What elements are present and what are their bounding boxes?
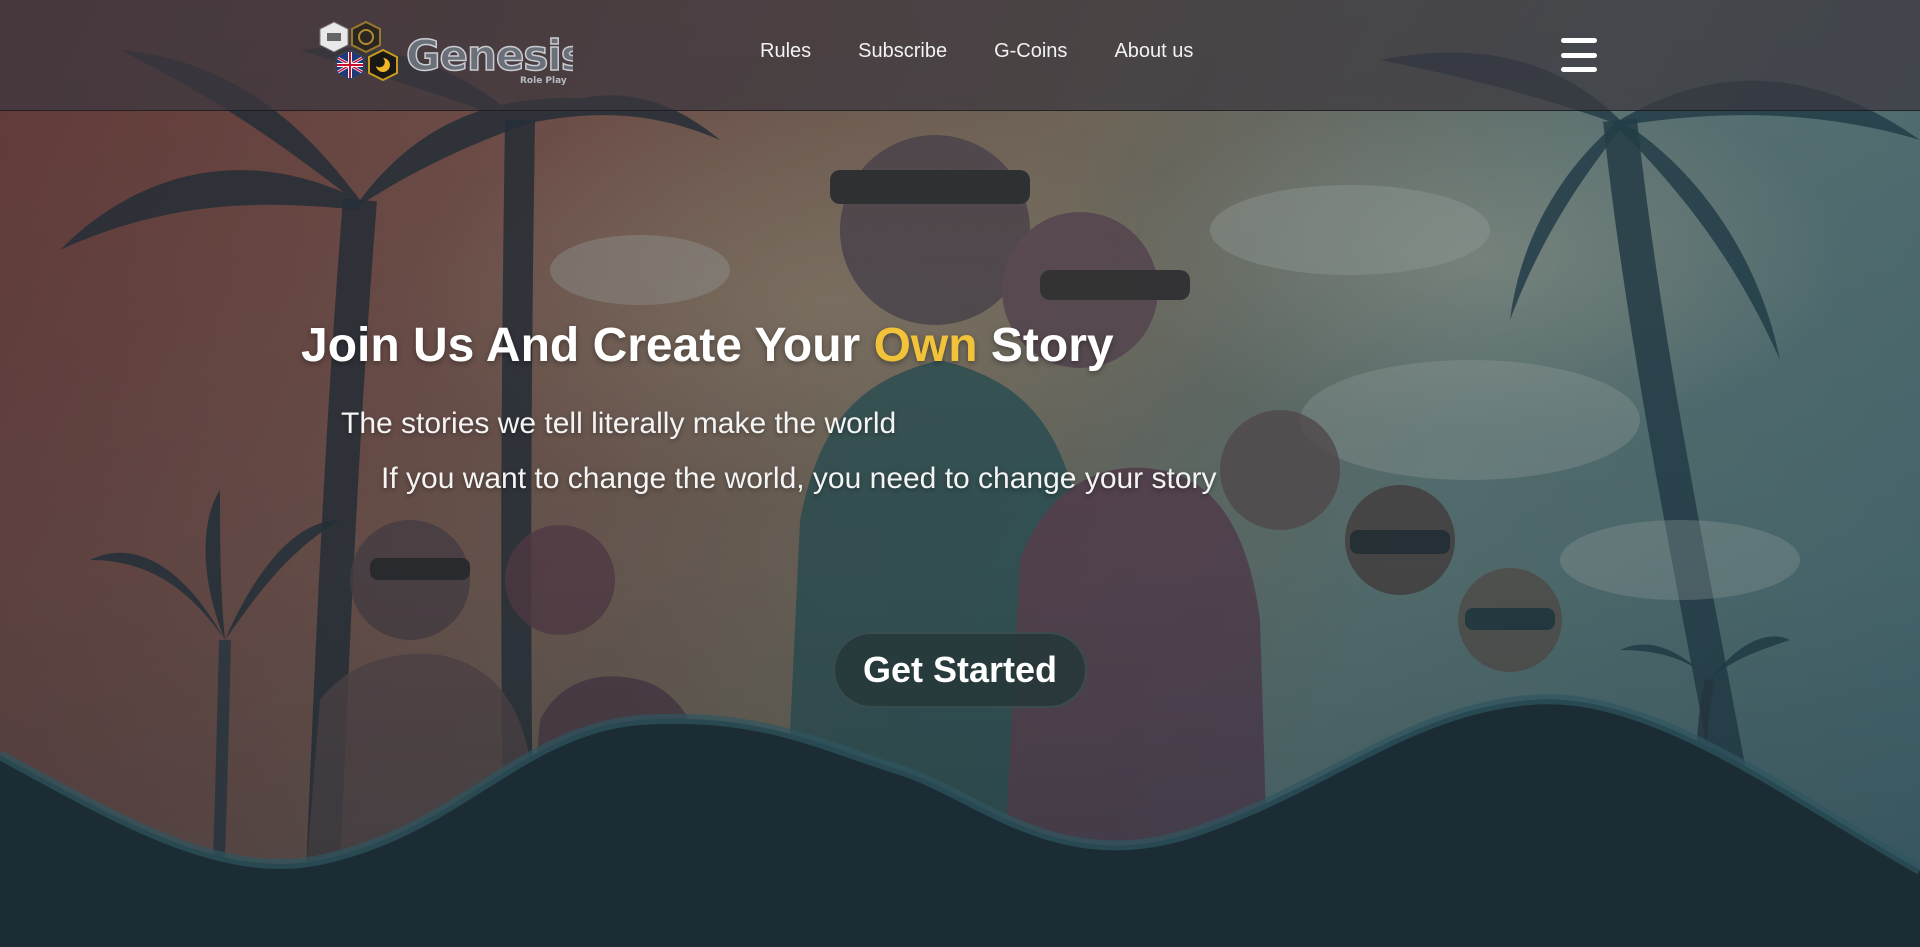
nav-link-subscribe[interactable]: Subscribe: [858, 40, 947, 63]
hero-title-start: Join Us And Create Your: [301, 319, 874, 372]
uk-flag-icon: [335, 49, 365, 81]
hamburger-bar: [1561, 67, 1597, 72]
nav-link-g-coins[interactable]: G-Coins: [994, 40, 1067, 63]
hero-tagline-1: The stories we tell literally make the w…: [341, 407, 897, 440]
logo-wordmark: Genesis: [406, 31, 573, 80]
get-started-button[interactable]: Get Started: [833, 632, 1087, 708]
main-nav: Rules Subscribe G-Coins About us: [760, 40, 1193, 63]
hamburger-bar: [1561, 52, 1597, 58]
nav-link-rules[interactable]: Rules: [760, 40, 811, 63]
logo-graphic: Genesis Role Play: [319, 20, 587, 86]
gear-badge-icon: [351, 20, 381, 54]
nav-link-about-us[interactable]: About us: [1114, 40, 1193, 63]
logo-subtext: Role Play: [520, 76, 567, 86]
server-badge-icon: [319, 21, 349, 53]
theme-toggle-icon: [368, 48, 398, 82]
top-navbar: Genesis Role Play Rules Subscribe G-Coin…: [0, 0, 1920, 111]
hero-tagline-2: If you want to change the world, you nee…: [381, 462, 1217, 495]
hero-title: Join Us And Create Your Own Story: [301, 318, 1114, 373]
hamburger-menu-icon[interactable]: [1561, 38, 1597, 72]
site-logo[interactable]: Genesis Role Play: [318, 18, 587, 90]
hero-title-end: Story: [977, 319, 1114, 372]
hamburger-bar: [1561, 38, 1597, 43]
hero-title-accent: Own: [873, 319, 978, 372]
